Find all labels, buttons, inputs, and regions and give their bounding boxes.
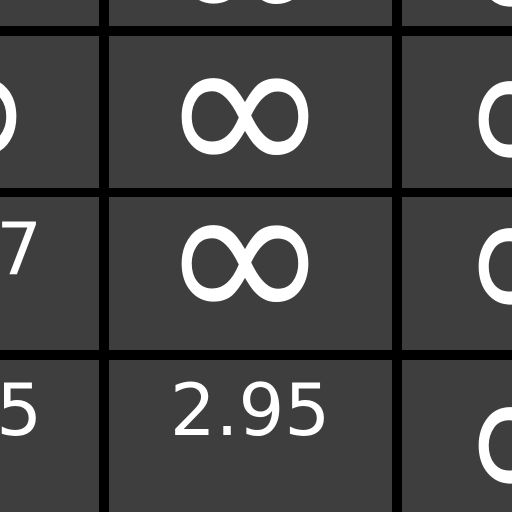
grid-cell[interactable]: 2.95 bbox=[109, 360, 392, 512]
cell-value: ∞ bbox=[160, 0, 331, 26]
grid-cell[interactable]: ∞ bbox=[402, 36, 512, 188]
cell-value: ∞ bbox=[457, 36, 512, 188]
cell-value: 2.95 bbox=[169, 368, 331, 452]
cell-value: 7 bbox=[0, 207, 42, 291]
cell-value: ∞ bbox=[457, 0, 512, 26]
cell-value: ∞ bbox=[159, 36, 331, 188]
cell-value: ∞ bbox=[0, 0, 38, 26]
cell-value: ∞ bbox=[457, 197, 512, 350]
grid-cell[interactable]: ∞ bbox=[0, 0, 99, 26]
grid-cell[interactable]: 5 bbox=[0, 360, 99, 512]
grid-cell[interactable]: ∞ bbox=[109, 36, 392, 188]
cell-value: 5 bbox=[0, 368, 42, 452]
cell-value: ∞ bbox=[0, 36, 38, 188]
grid-cell[interactable]: ∞ bbox=[0, 36, 99, 188]
cell-value: ∞ bbox=[159, 197, 331, 350]
grid-cell[interactable]: ∞ bbox=[402, 360, 512, 512]
grid-cell[interactable]: ∞ bbox=[402, 0, 512, 26]
grid-cell[interactable]: ∞ bbox=[402, 197, 512, 350]
grid-cell[interactable]: 7 bbox=[0, 197, 99, 350]
grid-cell[interactable]: ∞ bbox=[109, 197, 392, 350]
grid-cell[interactable]: ∞ bbox=[109, 0, 392, 26]
cell-value: ∞ bbox=[457, 360, 512, 512]
